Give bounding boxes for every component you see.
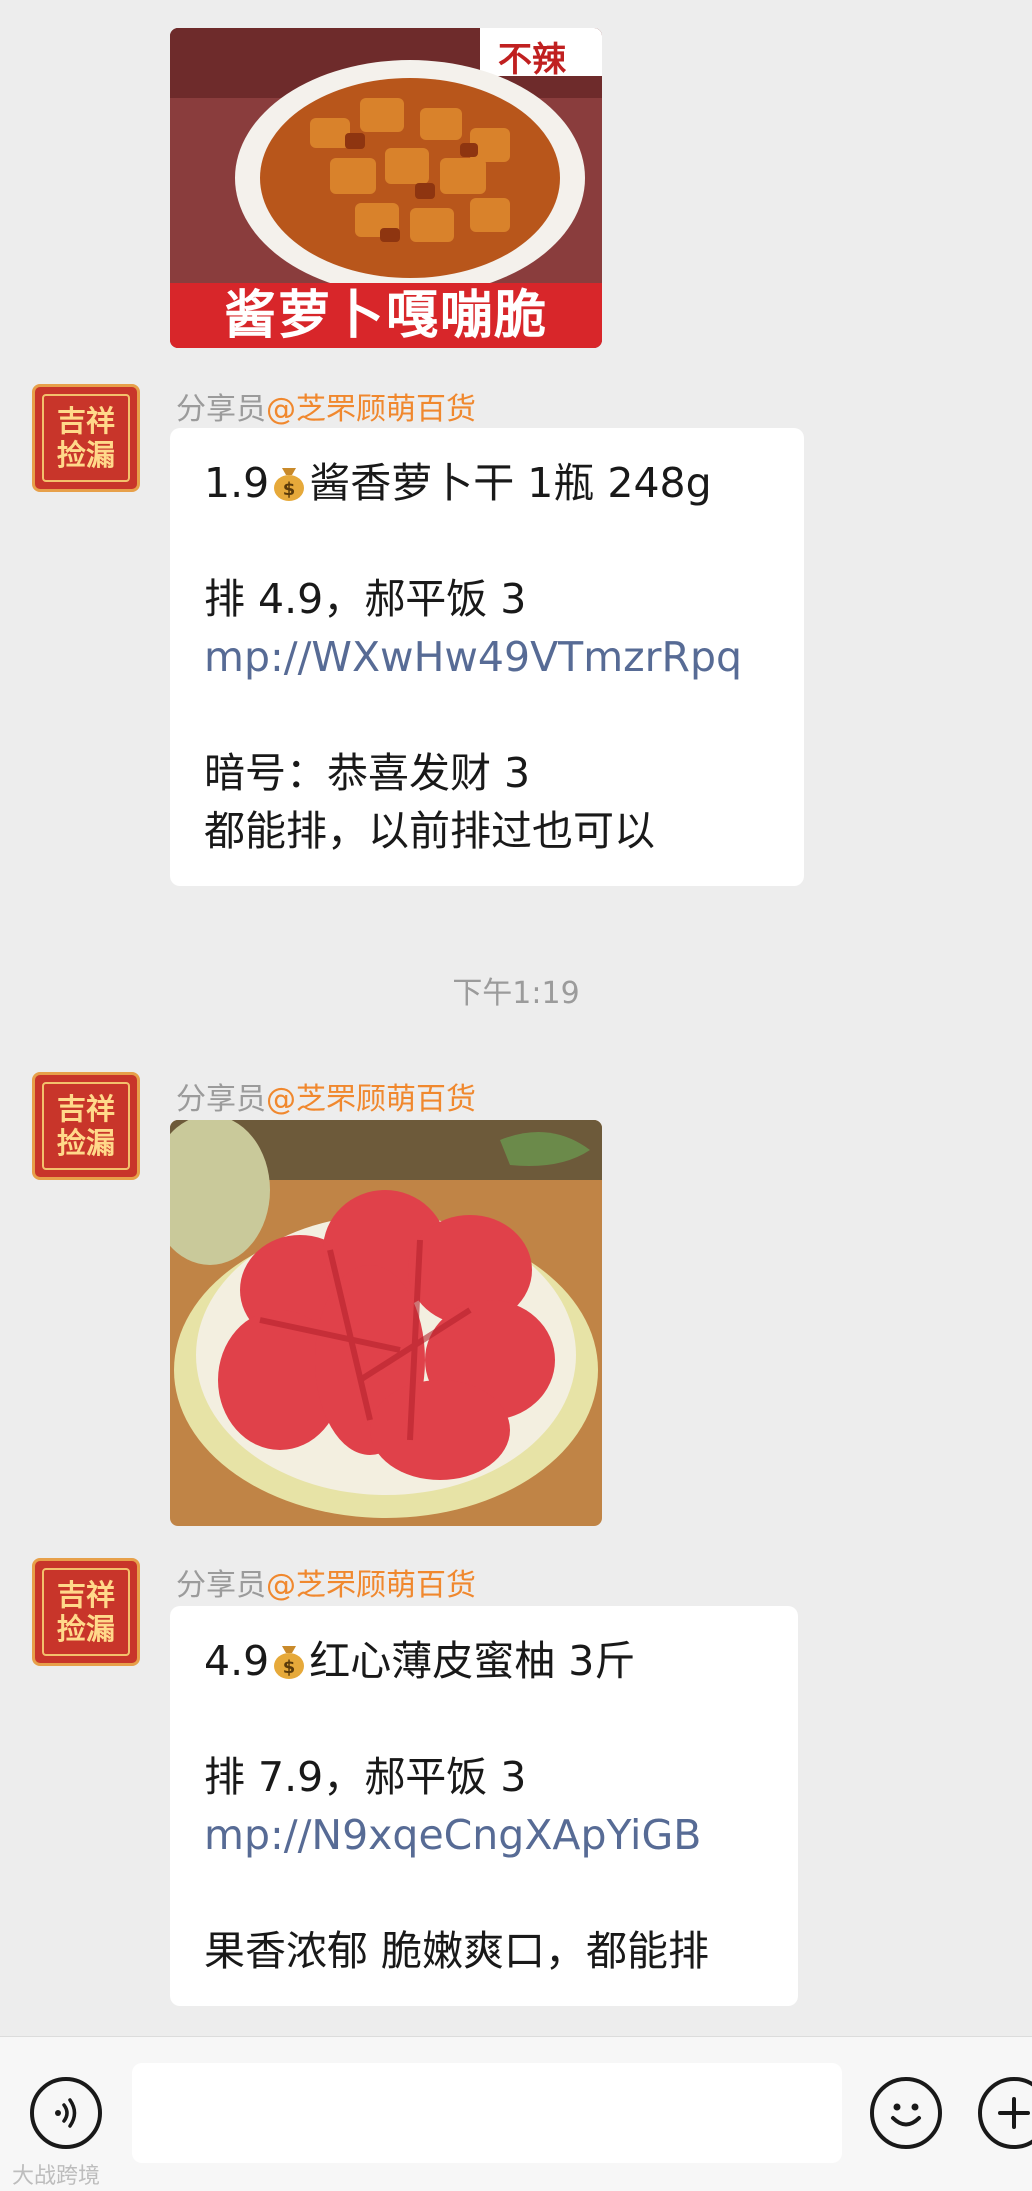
money-bag-icon: $ (274, 468, 305, 501)
money-bag-icon: $ (274, 1646, 305, 1679)
message-line: 排 7.9，郝平饭 3 (204, 1753, 527, 1801)
emoji-button[interactable] (870, 2077, 942, 2149)
product-name: 酱香萝卜干 1瓶 248g (309, 459, 712, 507)
sender-name[interactable]: 分享员@芝罘顾萌百货 (176, 1074, 476, 1118)
message-line: 排 4.9，郝平饭 3 (204, 575, 527, 623)
avatar-text-1: 吉祥 (56, 1578, 115, 1612)
sender-name[interactable]: 分享员@芝罘顾萌百货 (176, 384, 476, 428)
plus-button[interactable] (978, 2077, 1032, 2149)
message-line: 1.9 $ 酱香萝卜干 1瓶 248g (204, 454, 770, 512)
message-line: 果香浓郁 脆嫩爽口，都能排 (204, 1927, 710, 1975)
sender-handle: @芝罘顾萌百货 (266, 392, 476, 427)
avatar-badge: 吉祥 捡漏 (42, 1568, 130, 1656)
product-image-radish[interactable]: 不辣 酱萝卜嘎嘣脆 (170, 28, 602, 348)
message-line: 4.9 $ 红心薄皮蜜柚 3斤 (204, 1632, 764, 1690)
sender-name[interactable]: 分享员@芝罘顾萌百货 (176, 1560, 476, 1604)
product-name: 红心薄皮蜜柚 3斤 (309, 1637, 636, 1685)
mini-program-link[interactable]: mp://WXwHw49VTmzrRpq (204, 628, 770, 686)
avatar-text-1: 吉祥 (56, 404, 115, 438)
avatar[interactable]: 吉祥 捡漏 (32, 1558, 140, 1666)
message-line: 都能排，以前排过也可以 (204, 807, 655, 855)
svg-text:$: $ (283, 479, 296, 500)
avatar-text-2: 捡漏 (56, 438, 115, 472)
message-input[interactable] (132, 2063, 842, 2163)
pomelo-photo (170, 1120, 602, 1526)
price-text: 1.9 (204, 459, 270, 507)
avatar-text-2: 捡漏 (56, 1612, 115, 1646)
sender-prefix: 分享员 (176, 1082, 266, 1117)
sender-handle: @芝罘顾萌百货 (266, 1082, 476, 1117)
sender-prefix: 分享员 (176, 392, 266, 427)
image-caption: 酱萝卜嘎嘣脆 (223, 286, 548, 346)
message-line: 暗号：恭喜发财 3 (204, 749, 531, 797)
avatar[interactable]: 吉祥 捡漏 (32, 384, 140, 492)
timestamp: 下午1:19 (452, 976, 580, 1011)
input-bar (0, 2036, 1032, 2191)
chat-area: 不辣 酱萝卜嘎嘣脆 吉祥 捡漏 分享员@芝罘顾萌百货 1.9 $ 酱香萝卜干 1… (0, 0, 1032, 2030)
sender-prefix: 分享员 (176, 1568, 266, 1603)
product-image-pomelo[interactable] (170, 1120, 602, 1526)
voice-button[interactable] (30, 2077, 102, 2149)
plus-icon (998, 2097, 1030, 2129)
avatar-text-2: 捡漏 (56, 1126, 115, 1160)
message-bubble[interactable]: 1.9 $ 酱香萝卜干 1瓶 248g 排 4.9，郝平饭 3 mp://WXw… (170, 428, 804, 886)
voice-icon (55, 2098, 77, 2128)
mini-program-link[interactable]: mp://N9xqeCngXApYiGB (204, 1806, 764, 1864)
avatar-text-1: 吉祥 (56, 1092, 115, 1126)
image-tag: 不辣 (498, 40, 566, 80)
price-text: 4.9 (204, 1637, 270, 1685)
message-bubble[interactable]: 4.9 $ 红心薄皮蜜柚 3斤 排 7.9，郝平饭 3 mp://N9xqeCn… (170, 1606, 798, 2006)
avatar-badge: 吉祥 捡漏 (42, 394, 130, 482)
emoji-icon (891, 2103, 921, 2127)
svg-text:$: $ (283, 1657, 296, 1678)
avatar[interactable]: 吉祥 捡漏 (32, 1072, 140, 1180)
avatar-badge: 吉祥 捡漏 (42, 1082, 130, 1170)
watermark: 大战跨境 (12, 2164, 101, 2189)
sender-handle: @芝罘顾萌百货 (266, 1568, 476, 1603)
